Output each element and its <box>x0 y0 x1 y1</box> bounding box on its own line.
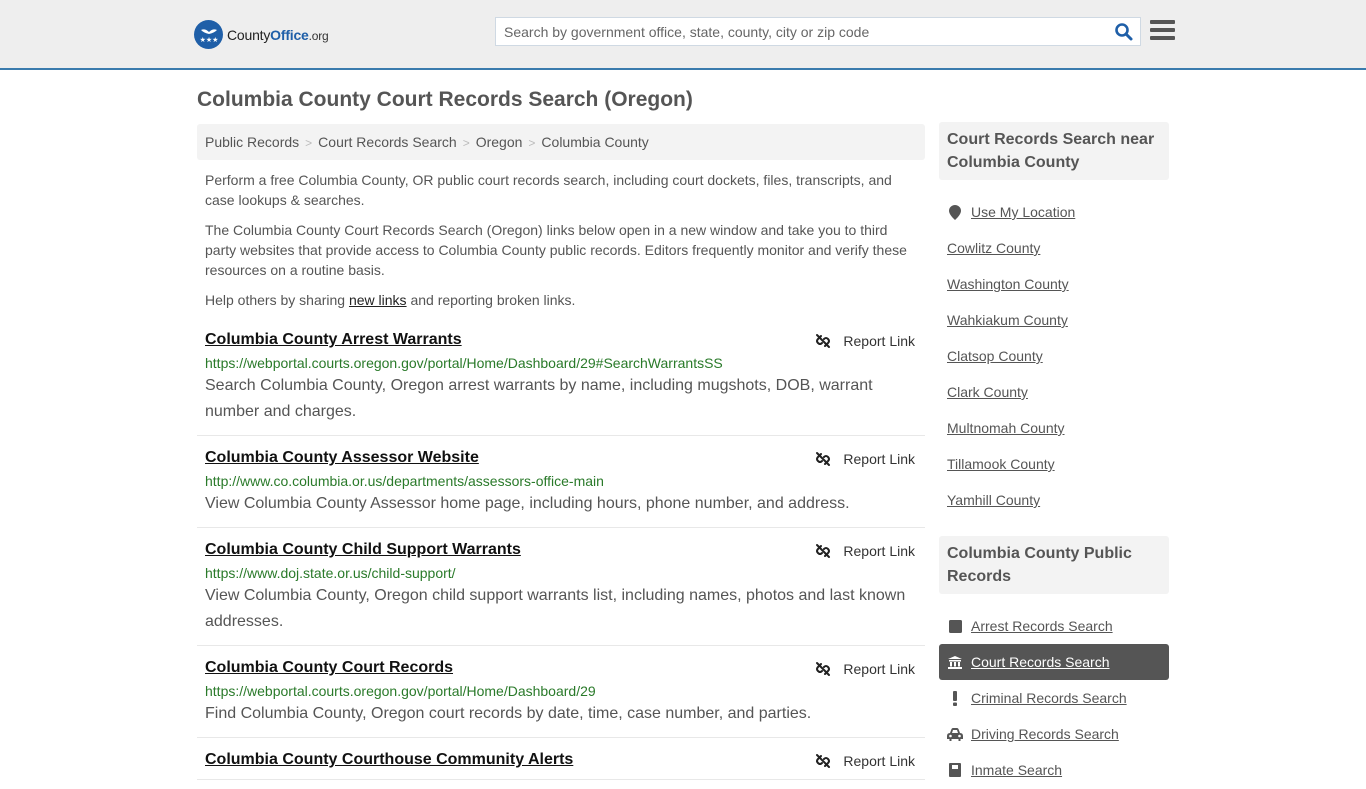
top-bar: ★★★ CountyOffice.org <box>0 0 1366 70</box>
breadcrumb: Public Records > Court Records Search > Oreg… <box>197 124 925 160</box>
breadcrumb-separator: > <box>462 136 470 150</box>
nearby-county-link[interactable]: Clatsop County <box>947 348 1043 364</box>
listing-description: Search Columbia County, Oregon arrest wa… <box>205 377 873 420</box>
nearby-county-link[interactable]: Clark County <box>947 384 1028 400</box>
listing-title-link[interactable]: Columbia County Arrest Warrants <box>205 331 462 349</box>
listing-title-link[interactable]: Columbia County Courthouse Community Ale… <box>205 751 573 769</box>
public-record-item-arrest-records-search[interactable]: Arrest Records Search <box>939 608 1169 644</box>
nearby-county-link[interactable]: Wahkiakum County <box>947 312 1068 328</box>
listing-item: Columbia County Court Records Report Link… <box>197 655 925 738</box>
search-icon <box>1115 23 1133 41</box>
public-record-item-criminal-records-search[interactable]: Criminal Records Search <box>939 680 1169 716</box>
public-records-heading: Columbia County Public Records <box>939 536 1169 594</box>
nearby-county-link[interactable]: Cowlitz County <box>947 240 1040 256</box>
nearby-county-item[interactable]: Wahkiakum County <box>939 302 1169 338</box>
use-my-location-item[interactable]: Use My Location <box>939 194 1169 230</box>
listing-url: http://www.co.columbia.or.us/departments… <box>205 473 604 489</box>
report-link-button[interactable]: Report Link <box>815 661 915 677</box>
listing-url: https://www.doj.state.or.us/child-suppor… <box>205 565 456 581</box>
report-link-button[interactable]: Report Link <box>815 333 915 349</box>
nearby-county-item[interactable]: Cowlitz County <box>939 230 1169 266</box>
search-box <box>495 17 1141 46</box>
listing-item: Columbia County Child Support Warrants Re… <box>197 537 925 646</box>
nearby-county-item[interactable]: Clark County <box>939 374 1169 410</box>
report-link-button[interactable]: Report Link <box>815 753 915 769</box>
listing-title-link[interactable]: Columbia County Assessor Website <box>205 449 479 467</box>
square-icon <box>947 619 963 633</box>
breadcrumb-separator: > <box>528 136 536 150</box>
report-link-label: Report Link <box>843 753 915 769</box>
nearby-sidebar: Court Records Search near Columbia Count… <box>939 122 1169 518</box>
nearby-county-item[interactable]: Washington County <box>939 266 1169 302</box>
report-link-button[interactable]: Report Link <box>815 451 915 467</box>
public-record-item-driving-records-search[interactable]: Driving Records Search <box>939 716 1169 752</box>
courthouse-icon <box>947 655 963 669</box>
listings: Columbia County Arrest Warrants Report Li… <box>197 327 925 789</box>
public-record-link[interactable]: Court Records Search <box>971 654 1110 670</box>
public-record-link[interactable]: Inmate Search <box>971 762 1062 778</box>
listing-item: Columbia County Courthouse Community Ale… <box>197 747 925 780</box>
public-record-link[interactable]: Driving Records Search <box>971 726 1119 742</box>
broken-link-icon <box>815 661 843 677</box>
report-link-label: Report Link <box>843 333 915 349</box>
listing-item: Columbia County Assessor Website Report L… <box>197 445 925 528</box>
intro-paragraph: Perform a free Columbia County, OR publi… <box>205 172 892 208</box>
public-record-item-inmate-search[interactable]: Inmate Search <box>939 752 1169 788</box>
listing-description: Find Columbia County, Oregon court recor… <box>205 705 812 722</box>
report-link-label: Report Link <box>843 451 915 467</box>
page-title: Columbia County Court Records Search (Or… <box>197 88 693 111</box>
breadcrumb-separator: > <box>305 136 313 150</box>
listing-url: https://webportal.courts.oregon.gov/port… <box>205 355 723 371</box>
listing-url: https://webportal.courts.oregon.gov/port… <box>205 683 596 699</box>
report-link-button[interactable]: Report Link <box>815 543 915 559</box>
breadcrumb-columbia-county[interactable]: Columbia County <box>541 134 648 150</box>
exclamation-icon <box>947 690 963 706</box>
hamburger-menu-icon[interactable] <box>1150 20 1175 42</box>
share-links-paragraph: Help others by sharing new links and rep… <box>205 292 576 308</box>
nearby-county-link[interactable]: Tillamook County <box>947 456 1055 472</box>
listing-title-link[interactable]: Columbia County Child Support Warrants <box>205 541 521 559</box>
intro-paragraph: The Columbia County Court Records Search… <box>205 222 907 278</box>
nearby-county-item[interactable]: Tillamook County <box>939 446 1169 482</box>
inmate-icon <box>947 763 963 777</box>
report-link-label: Report Link <box>843 661 915 677</box>
listing-title-link[interactable]: Columbia County Court Records <box>205 659 453 677</box>
public-record-item-court-records-search[interactable]: Court Records Search <box>939 644 1169 680</box>
svg-text:★★★: ★★★ <box>199 36 218 44</box>
logo-text: CountyOffice.org <box>227 26 329 43</box>
listing-description: View Columbia County Assessor home page,… <box>205 495 850 512</box>
map-marker-icon <box>947 204 963 220</box>
nearby-county-link[interactable]: Washington County <box>947 276 1069 292</box>
car-icon <box>947 727 963 741</box>
public-record-link[interactable]: Arrest Records Search <box>971 618 1113 634</box>
public-records-list: Arrest Records Search Court Records Searc… <box>939 608 1169 788</box>
broken-link-icon <box>815 333 843 349</box>
search-button[interactable] <box>1114 22 1134 42</box>
breadcrumb-court-records-search[interactable]: Court Records Search <box>318 134 457 150</box>
search-input[interactable] <box>496 18 1106 45</box>
nearby-county-item[interactable]: Yamhill County <box>939 482 1169 518</box>
countyoffice-logo[interactable]: ★★★ CountyOffice.org <box>194 20 329 49</box>
report-link-label: Report Link <box>843 543 915 559</box>
nearby-county-link[interactable]: Yamhill County <box>947 492 1040 508</box>
public-record-link[interactable]: Criminal Records Search <box>971 690 1127 706</box>
broken-link-icon <box>815 543 843 559</box>
broken-link-icon <box>815 451 843 467</box>
breadcrumb-oregon[interactable]: Oregon <box>476 134 523 150</box>
use-my-location-link[interactable]: Use My Location <box>971 204 1075 220</box>
new-links-link[interactable]: new links <box>349 292 407 308</box>
listing-item: Columbia County Arrest Warrants Report Li… <box>197 327 925 436</box>
nearby-county-link[interactable]: Multnomah County <box>947 420 1065 436</box>
nearby-county-list: Use My Location Cowlitz County Washington… <box>939 194 1169 518</box>
breadcrumb-public-records[interactable]: Public Records <box>205 134 299 150</box>
nearby-county-item[interactable]: Multnomah County <box>939 410 1169 446</box>
public-records-sidebar: Columbia County Public Records Arrest Re… <box>939 536 1169 788</box>
nearby-county-item[interactable]: Clatsop County <box>939 338 1169 374</box>
broken-link-icon <box>815 753 843 769</box>
listing-description: View Columbia County, Oregon child suppo… <box>205 587 906 630</box>
eagle-stars-icon: ★★★ <box>194 20 223 49</box>
intro-text: Perform a free Columbia County, OR publi… <box>205 170 917 320</box>
nearby-heading: Court Records Search near Columbia Count… <box>939 122 1169 180</box>
